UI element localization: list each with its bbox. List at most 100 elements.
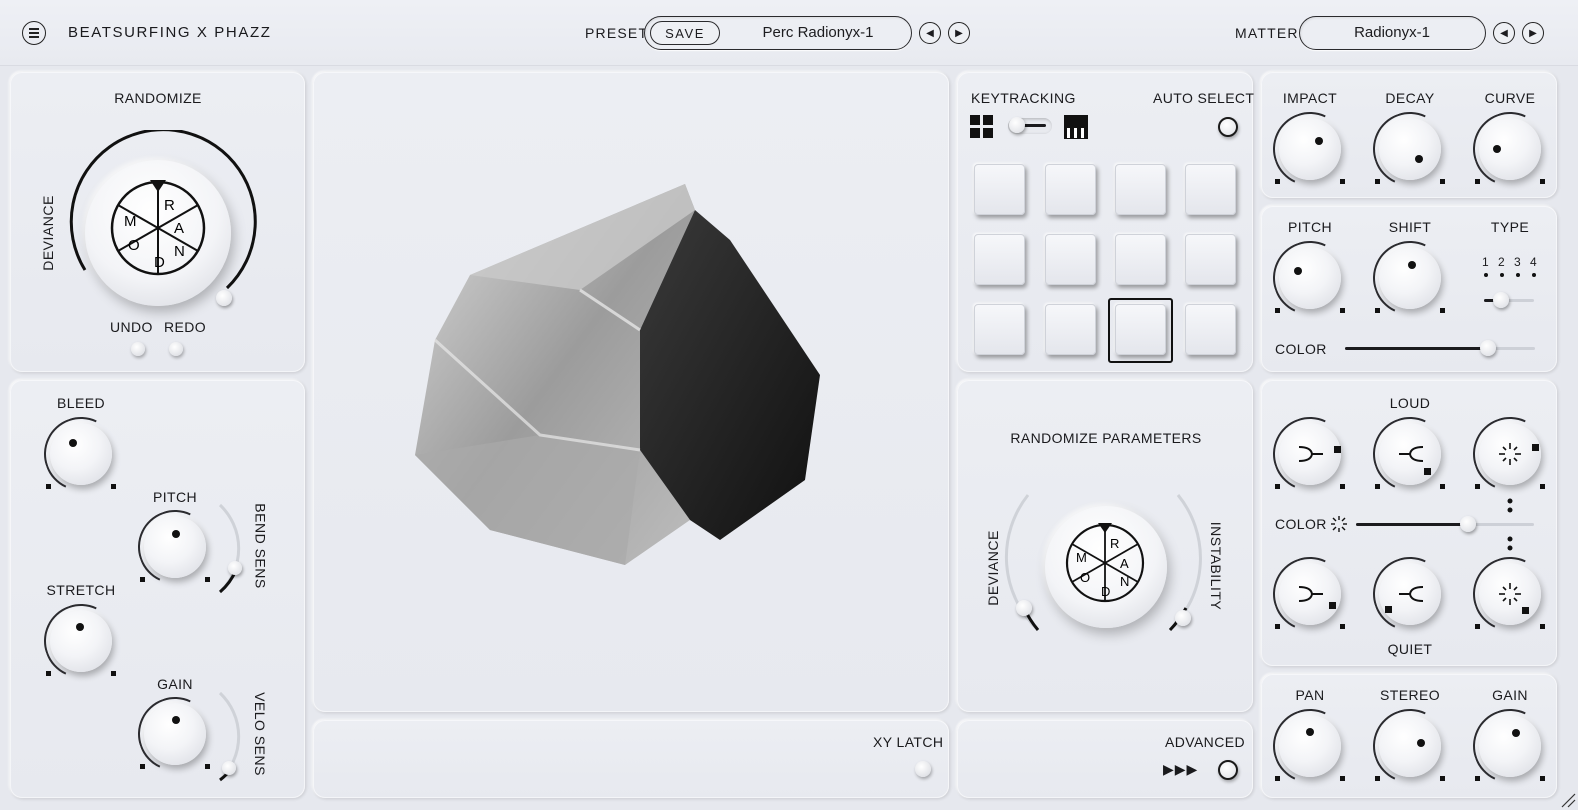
pad[interactable]: [974, 164, 1025, 215]
random-wheel-icon: R A N D O M: [110, 180, 206, 276]
mod-pitch-label: PITCH: [153, 489, 197, 505]
pad[interactable]: [1045, 304, 1096, 355]
quiet-label: QUIET: [1387, 641, 1433, 657]
wheel-letter: O: [128, 237, 140, 254]
matter-next-button[interactable]: ▶: [1522, 22, 1544, 44]
bleed-knob[interactable]: [50, 423, 112, 485]
type-option[interactable]: 4: [1530, 255, 1537, 269]
loud-merge-knob[interactable]: [1379, 423, 1441, 485]
undo-label: UNDO: [110, 319, 153, 335]
deviance-slider-thumb[interactable]: [216, 290, 232, 306]
wheel-letter: D: [1101, 584, 1110, 599]
curve-knob[interactable]: [1479, 118, 1541, 180]
stretch-knob[interactable]: [50, 610, 112, 672]
quiet-fork-knob[interactable]: [1279, 563, 1341, 625]
loud-fork-knob[interactable]: [1279, 423, 1341, 485]
preset-label: PRESET: [585, 25, 649, 41]
velo-sens-label: VELO SENS: [251, 692, 268, 776]
random-wheel-icon: R A N D O M: [1065, 523, 1145, 603]
rp-deviance-thumb[interactable]: [1016, 600, 1032, 616]
pad[interactable]: [974, 304, 1025, 355]
fork-left-icon: [1399, 586, 1424, 602]
chevron-right-icon: ▶: [1529, 27, 1537, 39]
pad[interactable]: [974, 234, 1025, 285]
resize-handle-icon[interactable]: [1560, 792, 1576, 808]
mod-pitch-knob[interactable]: [144, 516, 206, 578]
bleed-label: BLEED: [57, 395, 105, 411]
preset-name: Perc Radionyx-1: [762, 24, 874, 41]
tone-pitch-label: PITCH: [1288, 219, 1332, 235]
pad[interactable]: [1185, 234, 1236, 285]
pad[interactable]: [1045, 234, 1096, 285]
stereo-knob[interactable]: [1379, 715, 1441, 777]
range-tick: [1475, 484, 1480, 489]
bend-sens-arc[interactable]: [210, 500, 250, 600]
type-dots: [1484, 273, 1536, 277]
keytracking-switch-thumb[interactable]: [1009, 117, 1025, 133]
pan-label: PAN: [1295, 687, 1325, 703]
quiet-spark-knob[interactable]: [1479, 563, 1541, 625]
decay-knob[interactable]: [1379, 118, 1441, 180]
xy-latch-toggle[interactable]: [915, 761, 931, 777]
quiet-merge-knob[interactable]: [1379, 563, 1441, 625]
preset-prev-button[interactable]: ◀: [919, 22, 941, 44]
range-tick: [1440, 179, 1445, 184]
advanced-toggle[interactable]: [1218, 760, 1238, 780]
knob-marker: [1385, 606, 1392, 613]
dyn-color-slider-fill: [1356, 523, 1469, 526]
velo-sens-thumb[interactable]: [222, 761, 236, 775]
range-tick: [1375, 776, 1380, 781]
matter-label: MATTER: [1235, 25, 1299, 41]
pad[interactable]: [1185, 304, 1236, 355]
range-tick: [1275, 484, 1280, 489]
top-bar: BEATSURFING X PHAZZ PRESET SAVE Perc Rad…: [0, 0, 1578, 66]
stereo-label: STEREO: [1380, 687, 1440, 703]
xy-latch-label: XY LATCH: [873, 734, 944, 750]
out-gain-knob[interactable]: [1479, 715, 1541, 777]
matter-prev-button[interactable]: ◀: [1493, 22, 1515, 44]
piano-icon[interactable]: [1063, 114, 1089, 140]
range-tick: [1340, 776, 1345, 781]
pad[interactable]: [1115, 164, 1166, 215]
pad[interactable]: [1115, 234, 1166, 285]
undo-button[interactable]: [131, 342, 145, 356]
pad[interactable]: [1045, 164, 1096, 215]
type-option[interactable]: 3: [1514, 255, 1521, 269]
dyn-color-label: COLOR: [1275, 516, 1327, 532]
rp-instability-thumb[interactable]: [1175, 610, 1191, 626]
randomize-parameters-title: RANDOMIZE PARAMETERS: [1010, 430, 1202, 446]
bend-sens-thumb[interactable]: [228, 561, 242, 575]
type-slider-thumb[interactable]: [1493, 292, 1509, 308]
preset-next-button[interactable]: ▶: [948, 22, 970, 44]
range-tick: [1275, 308, 1280, 313]
pan-knob[interactable]: [1279, 715, 1341, 777]
tone-pitch-knob[interactable]: [1279, 247, 1341, 309]
wheel-letter: N: [1120, 574, 1129, 589]
shift-knob[interactable]: [1379, 247, 1441, 309]
range-tick: [1475, 776, 1480, 781]
range-tick: [46, 484, 51, 489]
spark-icon: [1499, 443, 1521, 465]
grid-icon[interactable]: [970, 115, 995, 139]
decay-label: DECAY: [1385, 90, 1435, 106]
pad[interactable]: [1185, 164, 1236, 215]
type-option[interactable]: 2: [1498, 255, 1505, 269]
menu-icon[interactable]: [22, 21, 46, 45]
auto-select-toggle[interactable]: [1218, 117, 1238, 137]
wheel-letter: N: [174, 243, 185, 260]
save-button[interactable]: SAVE: [650, 21, 720, 45]
rp-instability-label: INSTABILITY: [1208, 521, 1225, 611]
range-tick: [1540, 624, 1545, 629]
type-option[interactable]: 1: [1482, 255, 1489, 269]
impact-knob[interactable]: [1279, 118, 1341, 180]
tone-color-slider-thumb[interactable]: [1479, 340, 1496, 356]
brand-title: BEATSURFING X PHAZZ: [68, 24, 272, 41]
dyn-color-slider-thumb[interactable]: [1460, 516, 1477, 532]
redo-button[interactable]: [169, 342, 183, 356]
range-tick: [1375, 308, 1380, 313]
mod-gain-knob[interactable]: [144, 703, 206, 765]
loud-spark-knob[interactable]: [1479, 423, 1541, 485]
wheel-letter: A: [1120, 556, 1129, 571]
range-tick: [1540, 179, 1545, 184]
pad-selected[interactable]: [1115, 304, 1166, 355]
